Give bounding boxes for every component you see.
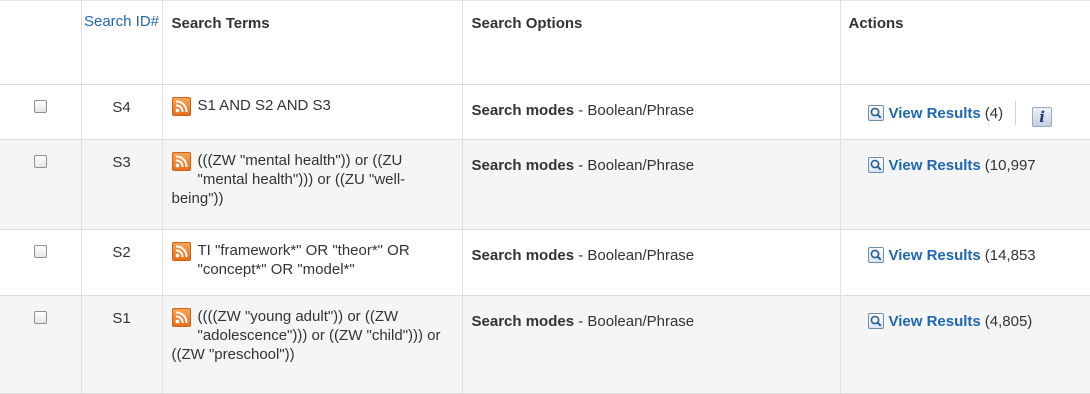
- actions-cell: View Results (4,805): [840, 296, 1090, 394]
- view-results-link[interactable]: View Results: [889, 313, 981, 330]
- row-select-cell: [0, 139, 82, 230]
- search-terms-text: (((ZW "mental health")) or ((ZU "mental …: [171, 152, 406, 207]
- rss-icon[interactable]: [171, 152, 191, 171]
- table-row: S2 TI "framework*" OR "theor*" OR "conce…: [0, 229, 1090, 296]
- table-row: S3 (((ZW "mental health")) or ((ZU "ment…: [0, 139, 1090, 230]
- options-separator: -: [574, 157, 588, 174]
- search-modes-label: Search modes: [471, 247, 575, 264]
- search-icon[interactable]: [867, 157, 884, 173]
- rss-icon[interactable]: [171, 97, 191, 116]
- search-terms-cell: S1 AND S2 AND S3: [162, 84, 463, 140]
- actions-cell: View Results (4) i: [840, 85, 1090, 140]
- row-select-cell: [0, 229, 82, 296]
- search-modes-value: Boolean/Phrase: [587, 313, 695, 330]
- result-count: (4): [984, 105, 1004, 122]
- search-terms-cell: (((ZW "mental health")) or ((ZU "mental …: [162, 139, 463, 230]
- search-modes-label: Search modes: [471, 157, 575, 174]
- result-count: (14,853: [984, 247, 1036, 264]
- search-history-table: Search ID# Search Terms Search Options A…: [0, 0, 1090, 394]
- row-checkbox[interactable]: [33, 245, 47, 258]
- header-search-id[interactable]: Search ID#: [81, 0, 163, 85]
- rss-icon[interactable]: [171, 242, 191, 261]
- header-actions: Actions: [840, 0, 1090, 85]
- search-icon[interactable]: [867, 313, 884, 329]
- view-results-link[interactable]: View Results: [889, 247, 981, 264]
- search-options-cell: Search modes - Boolean/Phrase: [462, 295, 841, 394]
- rss-icon[interactable]: [171, 308, 191, 327]
- search-terms-text: S1 AND S2 AND S3: [197, 97, 331, 114]
- search-modes-value: Boolean/Phrase: [587, 102, 695, 119]
- view-results-link[interactable]: View Results: [889, 105, 981, 122]
- header-select: [0, 0, 82, 85]
- row-checkbox[interactable]: [33, 100, 47, 113]
- table-row: S1 ((((ZW "young adult")) or ((ZW "adole…: [0, 295, 1090, 394]
- search-options-cell: Search modes - Boolean/Phrase: [462, 84, 841, 140]
- info-icon[interactable]: i: [1032, 107, 1053, 127]
- header-search-options: Search Options: [462, 0, 841, 85]
- options-separator: -: [574, 247, 588, 264]
- search-id: S4: [81, 84, 163, 140]
- search-terms-cell: ((((ZW "young adult")) or ((ZW "adolesce…: [162, 295, 463, 394]
- action-divider: [1015, 101, 1017, 125]
- result-count: (10,997: [984, 157, 1036, 174]
- actions-cell: View Results (10,997: [840, 140, 1090, 230]
- view-results-link[interactable]: View Results: [889, 157, 981, 174]
- search-id: S2: [81, 229, 163, 296]
- search-id: S1: [81, 295, 163, 394]
- search-modes-label: Search modes: [471, 102, 575, 119]
- search-options-cell: Search modes - Boolean/Phrase: [462, 229, 841, 296]
- row-select-cell: [0, 84, 82, 140]
- search-id: S3: [81, 139, 163, 230]
- search-terms-cell: TI "framework*" OR "theor*" OR "concept*…: [162, 229, 463, 296]
- table-header-row: Search ID# Search Terms Search Options A…: [0, 0, 1090, 85]
- result-count: (4,805): [984, 313, 1033, 330]
- search-terms-text: TI "framework*" OR "theor*" OR "concept*…: [197, 242, 410, 278]
- search-modes-value: Boolean/Phrase: [587, 157, 695, 174]
- search-terms-text: ((((ZW "young adult")) or ((ZW "adolesce…: [171, 308, 441, 363]
- actions-cell: View Results (14,853: [840, 230, 1090, 296]
- search-modes-label: Search modes: [471, 313, 575, 330]
- search-options-cell: Search modes - Boolean/Phrase: [462, 139, 841, 230]
- table-row: S4 S1 AND S2 AND S3 Search modes - Boole…: [0, 84, 1090, 140]
- search-modes-value: Boolean/Phrase: [587, 247, 695, 264]
- header-search-terms: Search Terms: [162, 0, 463, 85]
- search-icon[interactable]: [867, 105, 884, 121]
- row-select-cell: [0, 295, 82, 394]
- search-icon[interactable]: [867, 247, 884, 263]
- row-checkbox[interactable]: [33, 155, 47, 168]
- row-checkbox[interactable]: [33, 311, 47, 324]
- options-separator: -: [574, 102, 588, 119]
- options-separator: -: [574, 313, 588, 330]
